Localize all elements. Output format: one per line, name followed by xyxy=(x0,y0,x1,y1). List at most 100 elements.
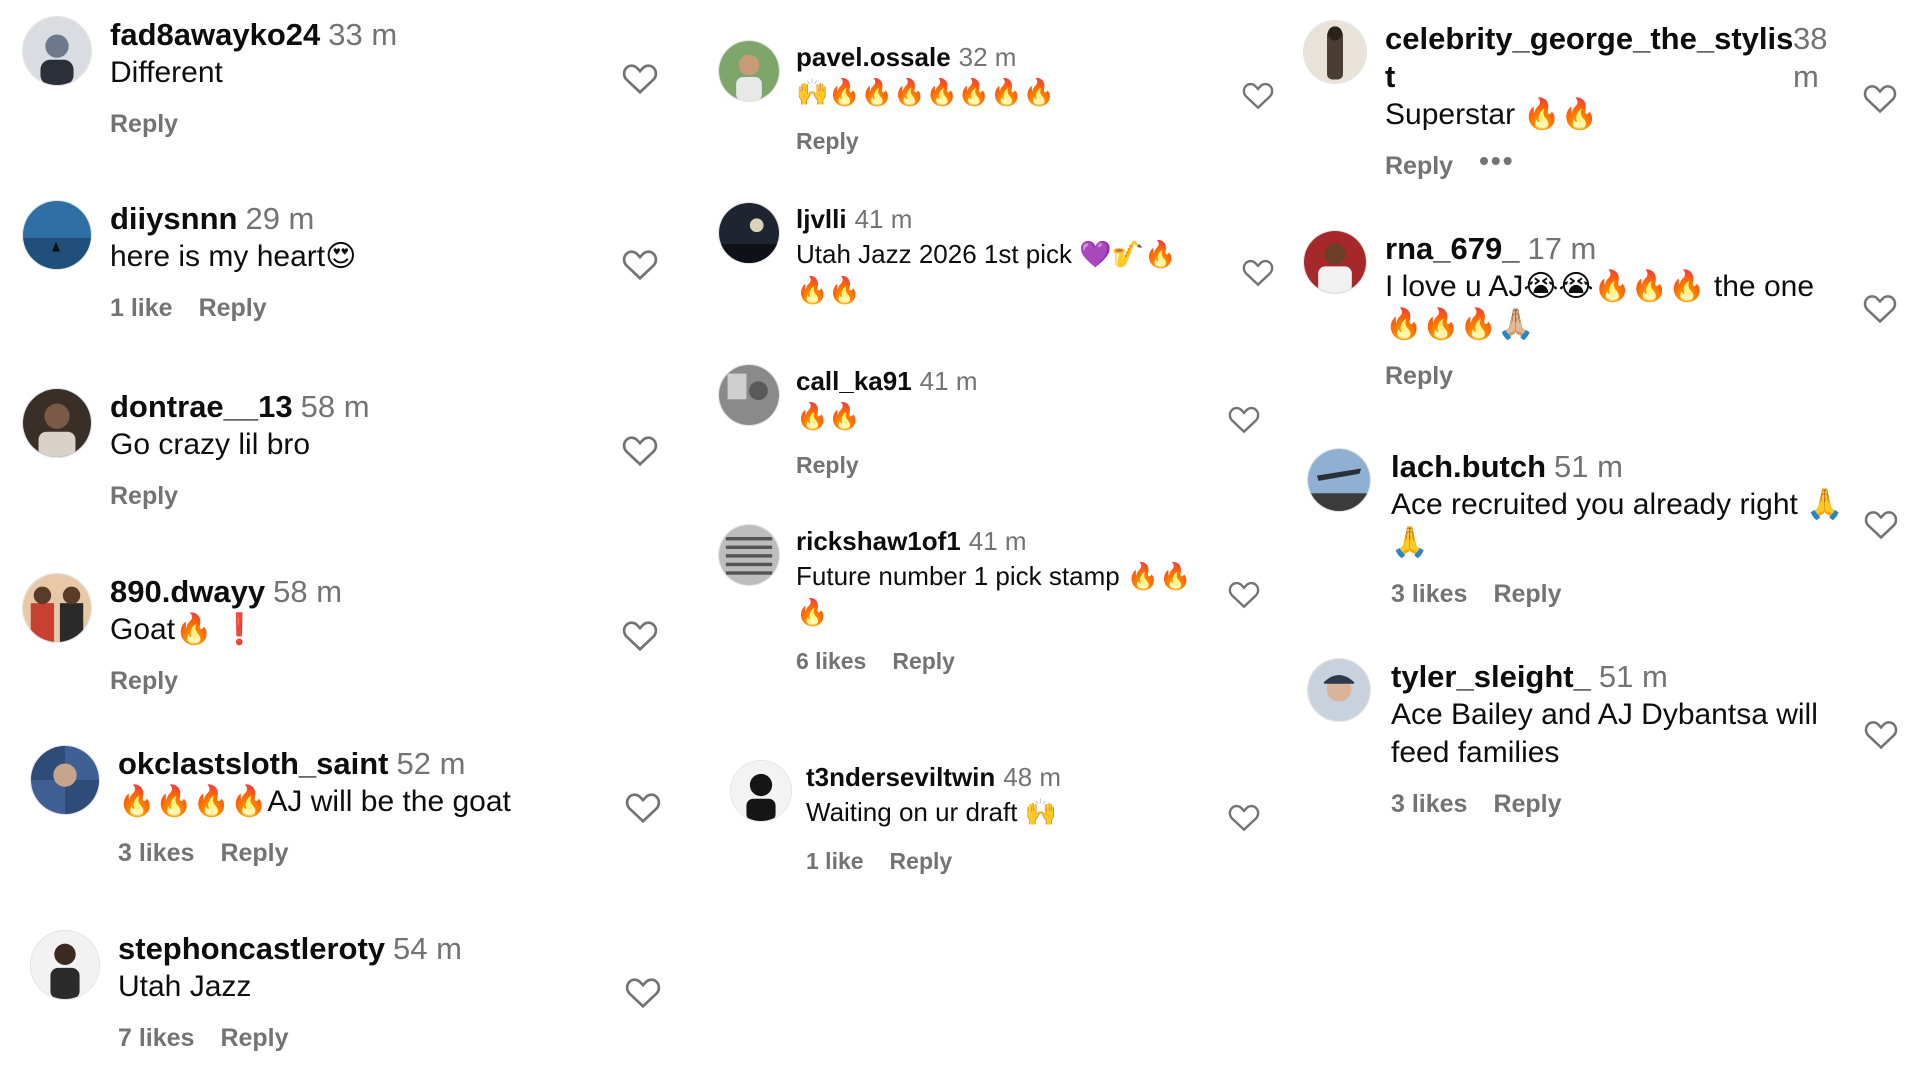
reply-button[interactable]: Reply xyxy=(110,667,178,696)
username[interactable]: diiysnnn xyxy=(110,201,237,236)
username[interactable]: lach.butch xyxy=(1391,449,1546,484)
like-heart-icon[interactable] xyxy=(622,618,658,652)
profile-photo-icon xyxy=(731,761,791,821)
avatar[interactable] xyxy=(1307,658,1371,722)
like-heart-icon[interactable] xyxy=(1228,579,1260,609)
reply-button[interactable]: Reply xyxy=(199,294,267,323)
comment-text-line-2: 🔥🔥 xyxy=(796,275,861,305)
profile-photo-icon xyxy=(31,931,99,999)
username[interactable]: tyler_sleight_ xyxy=(1391,659,1591,694)
avatar[interactable] xyxy=(22,200,92,270)
reply-button[interactable]: Reply xyxy=(110,482,178,511)
timestamp: 29 m xyxy=(245,201,315,236)
more-options-icon[interactable]: ••• xyxy=(1479,146,1514,174)
like-heart-icon[interactable] xyxy=(625,790,661,824)
avatar[interactable] xyxy=(30,745,100,815)
profile-photo-icon xyxy=(719,41,779,101)
timestamp: 32 m xyxy=(958,42,1017,72)
comment-text: Go crazy lil bro xyxy=(110,428,311,461)
username[interactable]: t3nderseviltwin xyxy=(806,762,995,792)
like-heart-icon[interactable] xyxy=(625,975,661,1009)
profile-photo-icon xyxy=(1304,21,1366,83)
username[interactable]: dontrae__13 xyxy=(110,389,293,424)
timestamp: 33 m xyxy=(328,17,398,52)
avatar[interactable] xyxy=(1303,230,1367,294)
timestamp: 41 m xyxy=(854,204,913,234)
comment-text: Utah Jazz xyxy=(118,970,252,1003)
like-heart-icon[interactable] xyxy=(1863,82,1897,114)
comment-text: I love u AJ😭😭🔥🔥🔥 the one xyxy=(1385,270,1815,303)
like-heart-icon[interactable] xyxy=(622,61,658,95)
timestamp: 51 m xyxy=(1554,449,1623,484)
reply-button[interactable]: Reply xyxy=(1385,152,1453,181)
comment-text-line-2: 🙏 xyxy=(1391,526,1429,559)
profile-photo-icon xyxy=(719,365,779,425)
like-heart-icon[interactable] xyxy=(1242,80,1274,110)
username[interactable]: fad8awayko24 xyxy=(110,17,320,52)
reply-button[interactable]: Reply xyxy=(1493,790,1561,819)
reply-button[interactable]: Reply xyxy=(796,452,859,479)
comment-text: Ace Bailey and AJ Dybantsa will xyxy=(1391,698,1818,731)
avatar[interactable] xyxy=(30,930,100,1000)
comment-text: Waiting on ur draft 🙌 xyxy=(806,797,1058,827)
likes-count[interactable]: 7 likes xyxy=(118,1024,194,1053)
like-heart-icon[interactable] xyxy=(1864,508,1898,540)
like-heart-icon[interactable] xyxy=(622,247,658,281)
avatar[interactable] xyxy=(718,524,780,586)
timestamp: 38 xyxy=(1793,21,1828,56)
avatar[interactable] xyxy=(22,573,92,643)
profile-photo-icon xyxy=(719,203,779,263)
avatar[interactable] xyxy=(718,364,780,426)
username[interactable]: stephoncastleroty xyxy=(118,931,385,966)
reply-button[interactable]: Reply xyxy=(110,110,178,139)
like-heart-icon[interactable] xyxy=(1864,718,1898,750)
like-heart-icon[interactable] xyxy=(622,433,658,467)
profile-photo-icon xyxy=(23,201,91,269)
avatar[interactable] xyxy=(22,388,92,458)
reply-button[interactable]: Reply xyxy=(220,1024,288,1053)
reply-button[interactable]: Reply xyxy=(892,648,955,675)
username[interactable]: celebrity_george_the_stylis xyxy=(1385,21,1793,56)
comment-text: Utah Jazz 2026 1st pick 💜🎷🔥 xyxy=(796,239,1177,269)
timestamp: 51 m xyxy=(1598,659,1668,694)
likes-count[interactable]: 6 likes xyxy=(796,648,866,675)
avatar[interactable] xyxy=(718,40,780,102)
profile-photo-icon xyxy=(23,389,91,457)
reply-button[interactable]: Reply xyxy=(796,128,859,155)
profile-photo-icon xyxy=(23,574,91,642)
likes-count[interactable]: 3 likes xyxy=(1391,580,1467,609)
username-wrap[interactable]: t xyxy=(1385,59,1395,94)
like-heart-icon[interactable] xyxy=(1228,802,1260,832)
reply-button[interactable]: Reply xyxy=(890,848,953,875)
reply-button[interactable]: Reply xyxy=(220,839,288,868)
likes-count[interactable]: 3 likes xyxy=(118,839,194,868)
comment-text-line-2: 🔥 xyxy=(796,597,829,627)
like-heart-icon[interactable] xyxy=(1863,292,1897,324)
comment-text: Different xyxy=(110,56,223,89)
reply-button[interactable]: Reply xyxy=(1493,580,1561,609)
username[interactable]: call_ka91 xyxy=(796,366,912,396)
comment-text: 🔥🔥🔥🔥AJ will be the goat xyxy=(118,785,511,818)
like-heart-icon[interactable] xyxy=(1228,404,1260,434)
avatar[interactable] xyxy=(1307,448,1371,512)
username[interactable]: 890.dwayy xyxy=(110,574,265,609)
username[interactable]: rickshaw1of1 xyxy=(796,526,961,556)
avatar[interactable] xyxy=(1303,20,1367,84)
profile-photo-icon xyxy=(1308,449,1370,511)
username[interactable]: okclastsloth_saint xyxy=(118,746,388,781)
avatar[interactable] xyxy=(730,760,792,822)
avatar[interactable] xyxy=(718,202,780,264)
likes-count[interactable]: 1 like xyxy=(806,848,864,875)
avatar[interactable] xyxy=(22,16,92,86)
username[interactable]: pavel.ossale xyxy=(796,42,951,72)
reply-button[interactable]: Reply xyxy=(1385,362,1453,391)
username[interactable]: rna_679_ xyxy=(1385,231,1519,266)
comment-text-line-2: 🔥🔥🔥🙏🏼 xyxy=(1385,308,1535,341)
timestamp: 17 m xyxy=(1527,231,1597,266)
username[interactable]: ljvlli xyxy=(796,204,847,234)
likes-count[interactable]: 3 likes xyxy=(1391,790,1467,819)
timestamp: 54 m xyxy=(393,931,462,966)
timestamp: 52 m xyxy=(396,746,466,781)
like-heart-icon[interactable] xyxy=(1242,257,1274,287)
likes-count[interactable]: 1 like xyxy=(110,294,173,323)
